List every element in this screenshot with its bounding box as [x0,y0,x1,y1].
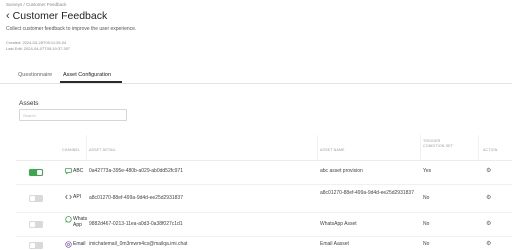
table-row: Whats App 9882d467-0213-11ea-a0d3-0a38f0… [16,212,512,237]
enable-toggle[interactable] [29,241,43,249]
code-icon [65,194,72,199]
assets-table: CHANNEL ASSET DETAIL ASSET NAME TRIGGER … [16,135,512,250]
toggle-knob [37,170,42,175]
at-sign-icon [65,240,72,248]
chevron-left-icon[interactable]: ‹ [6,10,10,22]
created-timestamp: Created: 2024-03-28T09:11:26.04 [6,40,67,45]
last-edit-timestamp: Last Edit: 2024-04-07T05:19:37.397 [6,46,71,51]
page-title: Customer Feedback [12,10,108,22]
search-input[interactable] [19,109,127,121]
asset-name: Email Aasset [320,240,349,247]
title-row: ‹ Customer Feedback [6,10,107,22]
enable-toggle[interactable] [29,194,43,202]
column-divider [420,135,421,160]
toggle-knob [30,221,35,227]
trigger-condition: No [423,240,430,247]
asset-name: WhatsApp Asset [320,220,357,227]
asset-detail: a8c01270-88ef-499a-9d4d-ee25d2931837 [89,194,183,201]
gear-icon[interactable]: ⚙ [486,168,491,174]
toggle-knob [30,195,35,201]
table-row: ABC 0a42773a-395e-480b-a029-ab0dd52fc971… [16,161,512,185]
enable-toggle[interactable] [29,220,43,228]
column-header-asset-name: ASSET NAME [320,148,345,152]
table-row: API a8c01270-88ef-499a-9d4d-ee25d2931837… [16,184,512,213]
toggle-knob [30,242,35,248]
enable-toggle[interactable] [29,169,43,176]
trigger-condition: Yes [423,168,432,174]
tab-bar: Questionnaire Asset Configuration [0,70,512,84]
trigger-condition: No [423,194,430,201]
asset-detail: 9882d467-0213-11ea-a0d3-0a38f027c1d1 [89,220,183,227]
gear-icon[interactable]: ⚙ [486,241,491,247]
asset-detail: imichatemail_0m3mwm4cs@mailqa.imi.chat [89,240,188,247]
page: Surveys / Customer Feedback ‹ Customer F… [0,0,512,250]
breadcrumb[interactable]: Surveys / Customer Feedback [6,2,67,7]
tab-asset-configuration[interactable]: Asset Configuration [63,72,111,78]
gear-icon[interactable]: ⚙ [486,195,491,201]
column-divider [317,135,318,160]
asset-name: abc asset provision [320,168,363,174]
column-header-channel: CHANNEL [62,148,81,152]
assets-section-label: Assets [19,100,39,107]
whatsapp-icon [65,215,72,223]
tab-questionnaire[interactable]: Questionnaire [18,72,52,78]
chat-bubble-icon [65,168,72,174]
asset-detail: 0a42773a-395e-480b-a029-ab0dd52fc971 [89,168,183,174]
column-divider [478,135,479,160]
column-header-action: ACTION [483,148,498,152]
column-header-asset-detail: ASSET DETAIL [89,148,116,152]
table-row: Email imichatemail_0m3mwm4cs@mailqa.imi.… [16,236,512,250]
page-subtitle: Collect customer feedback to improve the… [6,26,137,32]
column-divider [86,135,87,160]
asset-name: a8c01270-88ef-499a-9d4d-ee25d2931837 [320,189,414,196]
table-header: CHANNEL ASSET DETAIL ASSET NAME TRIGGER … [16,135,512,161]
column-header-trigger-condition: TRIGGER CONDITION SET [423,139,454,148]
active-tab-indicator [60,81,122,83]
trigger-condition: No [423,220,430,227]
gear-icon[interactable]: ⚙ [486,221,491,227]
